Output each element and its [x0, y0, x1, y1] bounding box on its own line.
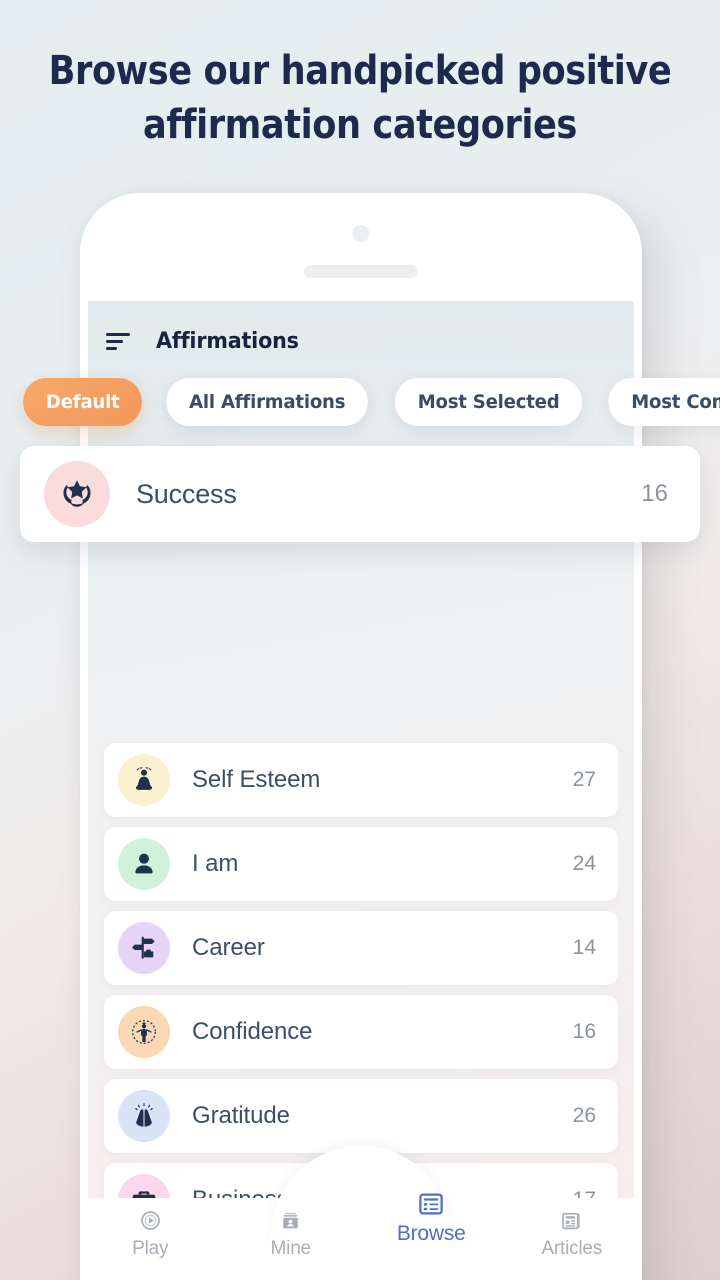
filter-chip-label: All Affirmations: [189, 391, 346, 413]
page-title-line-2: affirmation categories: [143, 102, 577, 148]
person-avatar-icon: [118, 838, 170, 890]
category-count: 24: [572, 852, 596, 875]
filter-chip-label: Default: [45, 391, 120, 413]
category-label: Confidence: [192, 1018, 313, 1045]
confident-person-icon: [118, 1006, 170, 1058]
filter-chip-label: Most Comments: [631, 391, 720, 413]
nav-item-articles[interactable]: Articles: [502, 1198, 643, 1280]
nav-item-label: Play: [132, 1238, 169, 1259]
filter-chip-row[interactable]: Default All Affirmations Most Selected Most…: [0, 374, 720, 430]
nav-item-label: Mine: [270, 1238, 312, 1259]
app-bar: Affirmations: [88, 301, 634, 381]
category-count: 27: [572, 768, 596, 791]
filter-chip-most-comments[interactable]: Most Comments: [608, 378, 720, 426]
laurel-wreath-star-icon: [44, 461, 110, 527]
category-count: 26: [572, 1104, 596, 1127]
category-label: Self Esteem: [192, 766, 321, 793]
category-row[interactable]: Self Esteem 27: [104, 743, 618, 817]
category-row[interactable]: I am 24: [104, 827, 618, 901]
front-camera-icon: [352, 225, 370, 242]
filter-chip-label: Most Selected: [417, 391, 560, 413]
filter-chip-all-affirmations[interactable]: All Affirmations: [166, 378, 369, 426]
featured-category-label: Success: [136, 478, 237, 509]
category-count: 14: [572, 936, 596, 959]
earpiece-speaker: [304, 265, 418, 278]
filter-chip-most-selected[interactable]: Most Selected: [394, 378, 583, 426]
category-row[interactable]: Gratitude 26: [104, 1079, 618, 1153]
signpost-icon: [118, 922, 170, 974]
list-view-icon: [416, 1189, 446, 1219]
category-row[interactable]: Confidence 16: [104, 995, 618, 1069]
nav-item-play[interactable]: Play: [80, 1198, 221, 1280]
category-label: Career: [192, 934, 265, 961]
play-circle-icon: [137, 1205, 164, 1235]
sort-lines-icon[interactable]: [106, 331, 132, 351]
category-label: Gratitude: [192, 1102, 290, 1129]
nav-item-mine[interactable]: Mine: [221, 1198, 362, 1280]
category-label: I am: [192, 850, 239, 877]
page-title: Browse our handpicked positive affirmati…: [43, 44, 677, 152]
filter-chip-default[interactable]: Default: [23, 378, 143, 426]
category-row[interactable]: Career 14: [104, 911, 618, 985]
praying-hands-icon: [118, 1090, 170, 1142]
featured-category-card[interactable]: Success 16: [20, 446, 700, 542]
bottom-navigation-bar: Play Mine Browse Articles: [80, 1146, 643, 1280]
archive-person-icon: [277, 1205, 304, 1235]
page-title-line-1: Browse our handpicked positive: [48, 48, 672, 94]
nav-item-browse[interactable]: Browse: [361, 1182, 502, 1264]
nav-item-label: Articles: [541, 1238, 603, 1259]
featured-category-count: 16: [641, 480, 668, 507]
app-bar-title: Affirmations: [156, 328, 299, 354]
phone-mockup: Affirmations Self Esteem 27 I am 24 Career 14…: [80, 193, 642, 1280]
meditating-person-icon: [118, 754, 170, 806]
nav-item-label: Browse: [396, 1222, 466, 1245]
newspaper-icon: [558, 1205, 585, 1235]
category-count: 16: [572, 1020, 596, 1043]
